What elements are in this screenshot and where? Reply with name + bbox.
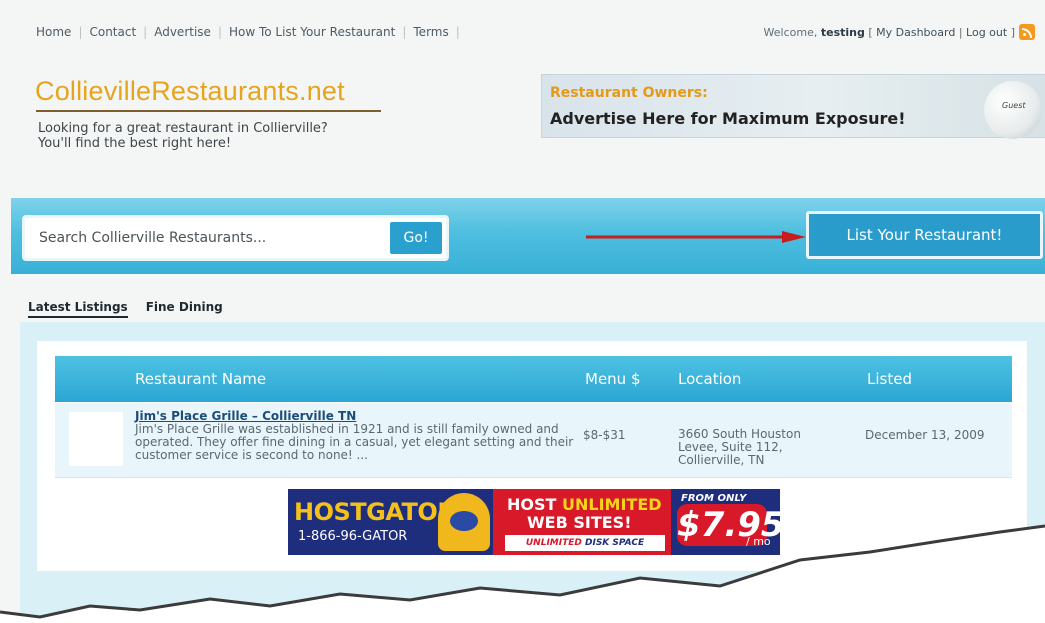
offer-disk-label: DISK SPACE xyxy=(585,538,645,548)
offer-disk-space: UNLIMITED DISK SPACE xyxy=(505,535,665,551)
header-restaurant-name: Restaurant Name xyxy=(135,370,267,388)
tagline-line-1: Looking for a great restaurant in Collie… xyxy=(38,121,328,136)
top-nav: Home | Contact | Advertise | How To List Your … xyxy=(36,25,467,39)
nav-advertise-link[interactable]: Advertise xyxy=(154,25,211,39)
welcome-bar: Welcome, testing [ My Dashboard | Log ou… xyxy=(764,26,1015,39)
rss-feed-icon[interactable] xyxy=(1019,24,1035,40)
restaurant-location: 3660 South Houston Levee, Suite 112, Col… xyxy=(678,427,801,467)
search-placeholder: Search Collierville Restaurants... xyxy=(39,230,267,246)
search-band: Search Collierville Restaurants... Go! L… xyxy=(11,198,1045,274)
nav-separator: | xyxy=(78,25,83,39)
restaurant-menu-price: $8-$31 xyxy=(583,428,626,442)
bracket-close: ] xyxy=(1007,26,1015,39)
hostgator-brand: HOSTGATOR xyxy=(294,498,456,526)
nav-separator: | xyxy=(455,25,460,39)
guest-plate-label: Guest xyxy=(1002,101,1026,110)
nav-contact-link[interactable]: Contact xyxy=(89,25,136,39)
restaurant-name-link[interactable]: Jim's Place Grille – Collierville TN xyxy=(135,409,356,423)
restaurant-description: Jim's Place Grille was established in 19… xyxy=(135,422,574,462)
offer-host: HOST xyxy=(507,495,562,514)
red-arrow-annotation xyxy=(586,231,806,243)
header-location: Location xyxy=(678,370,742,388)
offer-unlimited: UNLIMITED xyxy=(562,495,662,514)
restaurant-listed-date: December 13, 2009 xyxy=(865,428,985,442)
header-menu-price: Menu $ xyxy=(585,370,641,388)
top-bar: Home | Contact | Advertise | How To List Your … xyxy=(0,0,1045,42)
username: testing xyxy=(820,26,865,39)
list-your-restaurant-button[interactable]: List Your Restaurant! xyxy=(806,211,1043,259)
nav-terms-link[interactable]: Terms xyxy=(413,25,448,39)
nav-home-link[interactable]: Home xyxy=(36,25,71,39)
logout-link[interactable]: Log out xyxy=(966,26,1007,39)
bracket-open: [ xyxy=(868,26,877,39)
hostgator-price-block: FROM ONLY $7.95 / mo xyxy=(671,489,780,555)
nav-separator: | xyxy=(143,25,148,39)
offer-headline: HOST UNLIMITED xyxy=(507,495,662,514)
offer-web-sites: WEB SITES! xyxy=(527,513,632,532)
dashboard-link[interactable]: My Dashboard xyxy=(876,26,955,39)
price-from-label: FROM ONLY xyxy=(681,493,747,504)
gator-mascot-icon xyxy=(438,493,490,551)
site-tagline: Looking for a great restaurant in Collie… xyxy=(38,121,398,151)
advertise-banner-heading: Restaurant Owners: xyxy=(550,85,708,101)
table-row: Jim's Place Grille – Collierville TN Jim… xyxy=(55,403,1012,478)
search-input[interactable]: Search Collierville Restaurants... Go! xyxy=(22,215,449,261)
header-listed: Listed xyxy=(867,370,912,388)
tagline-line-2: You'll find the best right here! xyxy=(38,136,232,151)
hostgator-phone: 1-866-96-GATOR xyxy=(298,529,408,544)
hostgator-ad[interactable]: HOSTGATOR 1-866-96-GATOR HOST UNLIMITED … xyxy=(288,489,780,555)
advertise-banner[interactable]: Restaurant Owners: Advertise Here for Ma… xyxy=(541,74,1045,139)
nav-separator: | xyxy=(217,25,222,39)
site-logo[interactable]: CollievilleRestaurants.net xyxy=(35,76,345,107)
search-go-button[interactable]: Go! xyxy=(390,222,442,254)
tab-latest-listings[interactable]: Latest Listings xyxy=(28,300,128,318)
logo-underline xyxy=(36,110,381,112)
table-header: Restaurant Name Menu $ Location Listed xyxy=(55,356,1012,402)
hostgator-offer-block: HOST UNLIMITED WEB SITES! UNLIMITED DISK… xyxy=(493,489,671,555)
restaurant-thumbnail[interactable] xyxy=(69,412,123,466)
tab-fine-dining[interactable]: Fine Dining xyxy=(146,300,223,314)
guest-plate-icon: Guest xyxy=(984,81,1042,139)
page: Home | Contact | Advertise | How To List Your … xyxy=(0,0,1045,623)
price-per-month: / mo xyxy=(746,535,771,548)
nav-how-to-list-link[interactable]: How To List Your Restaurant xyxy=(229,25,395,39)
welcome-prefix: Welcome, xyxy=(763,26,821,39)
listing-tabs: Latest Listings Fine Dining xyxy=(28,300,241,318)
nav-separator: | xyxy=(402,25,407,39)
advertise-banner-text: Advertise Here for Maximum Exposure! xyxy=(550,109,906,128)
link-divider: | xyxy=(955,26,967,39)
offer-disk-unlimited: UNLIMITED xyxy=(525,538,585,548)
